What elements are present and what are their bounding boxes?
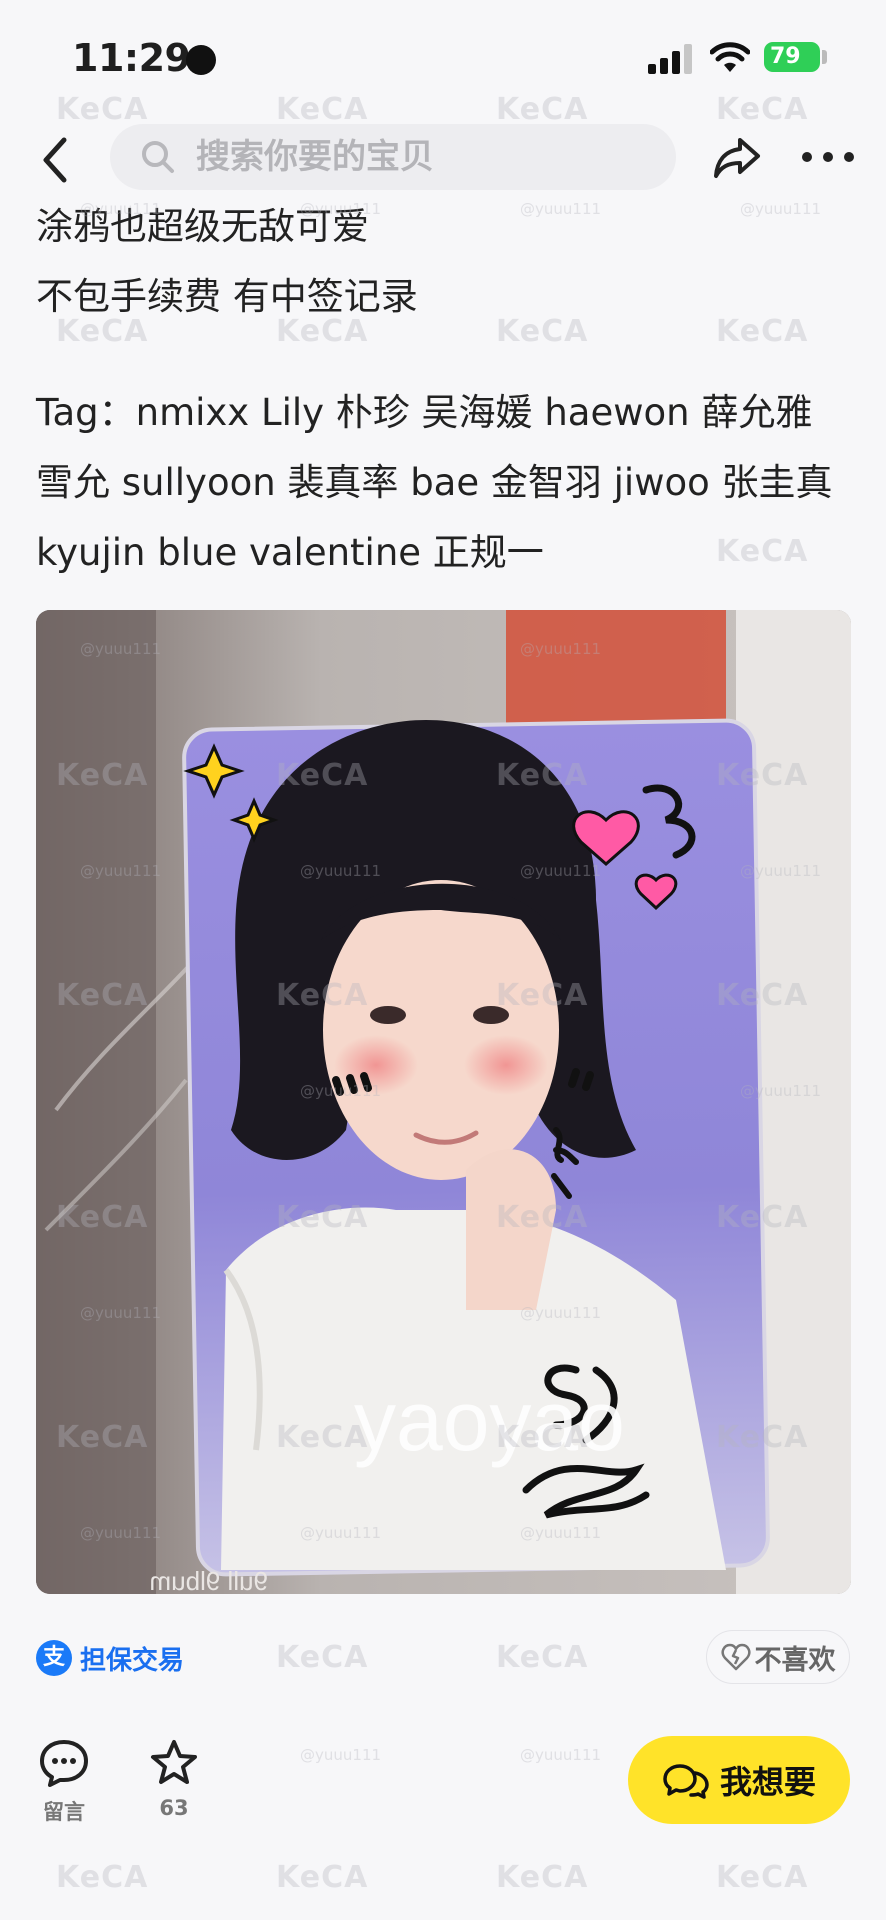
search-icon <box>142 141 174 173</box>
watermark: KeCA <box>276 1640 369 1675</box>
star-icon <box>151 1740 197 1784</box>
description-line-1: 涂鸦也超级无敌可爱 <box>36 205 369 248</box>
watermark: KeCA <box>56 1860 149 1895</box>
comment-label: 留言 <box>43 1800 85 1824</box>
want-button[interactable]: 我想要 <box>628 1736 850 1824</box>
want-label: 我想要 <box>719 1763 816 1801</box>
watermark-handle: @yuuu111 <box>300 1746 382 1764</box>
focus-mode-icon <box>186 45 216 75</box>
product-photo[interactable]: yaoyao 9ull 9lbum <box>36 610 851 1594</box>
chat-bubbles-icon <box>663 1764 709 1799</box>
watermark: KeCA <box>496 1860 589 1895</box>
signal-icon <box>648 44 692 74</box>
battery-icon: 79 <box>764 42 820 72</box>
broken-heart-icon <box>721 1643 750 1671</box>
description-line-2: 不包手续费 有中签记录 <box>36 275 418 318</box>
comment-button[interactable]: 留言 <box>36 1738 92 1826</box>
search-input[interactable]: 搜索你要的宝贝 <box>110 124 676 190</box>
favorite-button[interactable]: 63 <box>146 1738 202 1820</box>
watermark: KeCA <box>716 1860 809 1895</box>
guarantee-label: 担保交易 <box>80 1645 185 1676</box>
search-placeholder: 搜索你要的宝贝 <box>196 137 434 177</box>
share-icon[interactable] <box>712 134 762 180</box>
card-mirrored-text: 9ull 9lbum <box>149 1566 268 1594</box>
battery-level: 79 <box>770 44 801 69</box>
watermark: KeCA <box>276 1860 369 1895</box>
wifi-icon <box>710 42 750 72</box>
battery-cap <box>822 50 827 64</box>
dislike-label: 不喜欢 <box>754 1644 836 1676</box>
photo-illustration: yaoyao 9ull 9lbum <box>36 610 851 1594</box>
alipay-icon: 支 <box>36 1640 72 1676</box>
more-icon[interactable] <box>800 150 856 164</box>
back-icon[interactable] <box>36 132 76 188</box>
watermark-handle: @yuuu111 <box>520 1746 602 1764</box>
status-time: 11:29 <box>72 36 191 80</box>
guarantee-link[interactable]: 支 担保交易 <box>36 1638 184 1678</box>
watermark: KeCA <box>496 1640 589 1675</box>
status-bar: 11:29 79 <box>0 0 886 110</box>
dislike-button[interactable]: 不喜欢 <box>706 1630 850 1684</box>
comment-icon <box>40 1740 88 1787</box>
description-tags: Tag：nmixx Lily 朴珍 吴海媛 haewon 薛允雅 雪允 sull… <box>36 391 833 574</box>
photo-overlay-text: yaoyao <box>354 1374 625 1468</box>
favorite-count: 63 <box>159 1796 189 1820</box>
